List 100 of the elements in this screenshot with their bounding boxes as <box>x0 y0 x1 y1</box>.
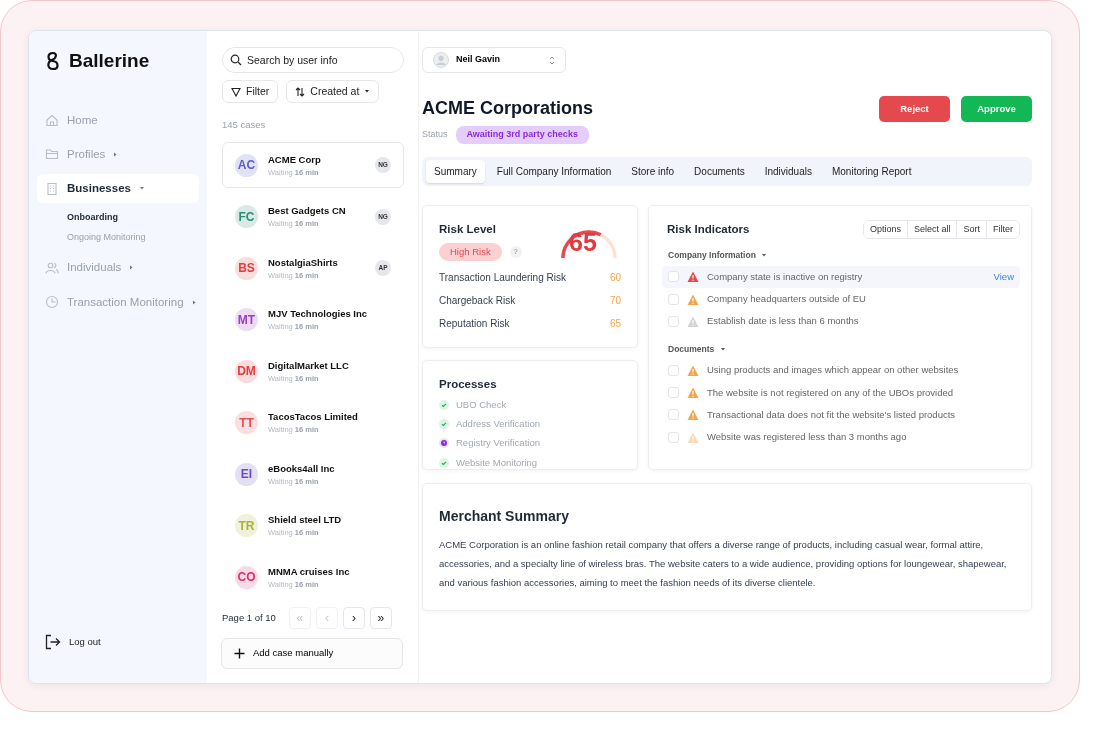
caret-icon <box>719 346 726 352</box>
pagination-button[interactable]: › <box>342 607 365 629</box>
case-name: NostalgiaShirts <box>268 255 338 270</box>
assignee-select[interactable]: Neil Gavin <box>422 47 566 73</box>
process-label: Website Monitoring <box>456 455 538 469</box>
indicator-row[interactable]: Company headquarters outside of EU <box>662 288 1020 311</box>
checkbox[interactable] <box>668 431 679 443</box>
status-label: Status <box>422 128 448 141</box>
process-label: Registry Verification <box>456 436 540 451</box>
chevron-updown-icon <box>549 55 555 65</box>
filter-icon <box>231 86 241 97</box>
search-field[interactable]: Search by user info <box>222 47 404 73</box>
add-case-button[interactable]: Add case manually <box>221 638 403 669</box>
indicator-row[interactable]: Establish date is less than 6 months <box>662 310 1020 333</box>
caret-icon <box>138 186 145 192</box>
risk-label: Reputation Risk <box>439 316 510 331</box>
avatar-initials: CO <box>235 565 258 589</box>
tab[interactable]: Summary <box>426 159 485 183</box>
risk-badge: High Risk <box>439 242 502 261</box>
tab[interactable]: Monitoring Report <box>823 159 920 183</box>
pagination-button[interactable]: » <box>369 607 392 629</box>
process-label: Address Verification <box>456 417 540 431</box>
checkbox[interactable] <box>668 271 679 283</box>
page-title: ACME Corporations <box>422 98 593 120</box>
caret-icon <box>129 265 136 271</box>
indicator-text: Using products and images which appear on other websites <box>707 363 959 378</box>
case-name: MJV Technologies Inc <box>268 307 368 321</box>
indicator-text: Website was registered less than 3 months ago <box>707 430 907 444</box>
card-title: Risk Indicators <box>667 221 750 237</box>
risk-value: 65 <box>609 316 621 331</box>
avatar-initials: TT <box>235 411 258 435</box>
case-name: TacosTacos Limited <box>268 410 358 424</box>
case-name: Shield steel LTD <box>268 513 342 527</box>
filter-button[interactable]: Filter <box>222 80 279 103</box>
checkbox[interactable] <box>668 387 679 399</box>
toolbar-button[interactable]: Filter <box>986 220 1019 238</box>
view-link[interactable]: View <box>993 269 1014 284</box>
checkbox[interactable] <box>668 409 679 421</box>
logout-icon <box>45 634 61 650</box>
case-count: 145 cases <box>222 118 267 132</box>
tab[interactable]: Store info <box>623 159 683 183</box>
caret-icon <box>364 89 371 94</box>
checkbox[interactable] <box>668 315 679 327</box>
avatar-initials: FC <box>235 205 258 229</box>
indicator-row[interactable]: The website is not registered on any of the UBOs provided <box>662 381 1020 404</box>
risk-label: Chargeback Risk <box>439 293 516 308</box>
avatar-initials: EI <box>235 462 258 486</box>
tab[interactable]: Individuals <box>756 159 820 183</box>
checkbox[interactable] <box>668 364 679 376</box>
building-icon <box>45 181 59 196</box>
indicator-text: Company state is inactive on registry <box>707 269 863 284</box>
summary-text: ACME Corporation is an online fashion retail company that offers a diverse range of products, including casual wear, formal attire, accessories, and a specialty line of wireless bras. The website caters to a wide audience, providing options for loungewear, shapewear, and various fashion accessories, aiming to meet the fashion needs of its diverse clientele. <box>439 537 1008 590</box>
indicator-text: Establish date is less than 6 months <box>707 314 859 329</box>
risk-value: 70 <box>609 293 621 308</box>
plus-icon <box>234 648 245 659</box>
indicator-text: Company headquarters outside of EU <box>707 292 866 306</box>
risk-score: 65 <box>569 229 597 255</box>
indicator-row[interactable]: Company state is inactive on registry View <box>662 265 1020 288</box>
user-avatar-icon <box>433 52 449 68</box>
indicator-text: Transactional data does not fit the website's listed products <box>707 407 956 422</box>
risk-label: Transaction Laundering Risk <box>439 270 566 285</box>
group-header[interactable]: Documents <box>668 342 726 356</box>
indicator-text: The website is not registered on any of the UBOs provided <box>707 385 954 400</box>
card-title: Risk Level <box>439 221 497 237</box>
clock-icon <box>45 295 59 310</box>
reject-button[interactable]: Reject <box>879 96 950 122</box>
case-name: Best Gadgets CN <box>268 204 346 218</box>
sort-icon <box>295 86 306 97</box>
process-label: UBO Check <box>456 397 507 412</box>
avatar-initials: AC <box>235 153 258 177</box>
nav-item[interactable]: Businesses <box>37 174 199 204</box>
caret-icon <box>191 299 198 305</box>
avatar-initials: BS <box>235 256 258 280</box>
case-name: eBooks4all Inc <box>268 461 335 476</box>
caret-icon <box>761 253 768 259</box>
logo-text: Ballerine <box>69 49 150 73</box>
risk-value: 60 <box>609 270 621 285</box>
status-badge: Awaiting 3rd party checks <box>455 126 589 144</box>
indicator-row[interactable]: Using products and images which appear on other websites <box>662 359 1020 382</box>
card-title: Merchant Summary <box>439 506 570 526</box>
avatar-initials: TR <box>235 514 258 538</box>
tab[interactable]: Documents <box>686 159 753 183</box>
checkbox[interactable] <box>668 293 679 305</box>
case-name: DigitalMarket LLC <box>268 358 349 373</box>
logout-button[interactable]: Log out <box>37 628 199 656</box>
indicator-row[interactable]: Website was registered less than 3 months ago <box>662 426 1020 449</box>
indicator-row[interactable]: Transactional data does not fit the website's listed products <box>662 403 1020 426</box>
home-icon <box>45 113 59 128</box>
nav-subitem[interactable]: Onboarding <box>37 208 199 228</box>
group-header[interactable]: Company Information <box>668 249 768 262</box>
case-name: MNMA cruises Inc <box>268 564 350 579</box>
search-icon <box>230 54 242 66</box>
card-title: Processes <box>439 376 498 392</box>
sort-dropdown[interactable]: Created at <box>286 80 380 103</box>
caret-icon <box>113 151 120 157</box>
tab[interactable]: Full Company Information <box>488 159 620 183</box>
avatar-initials: DM <box>235 359 258 383</box>
avatar-initials: MT <box>235 308 258 332</box>
people-icon <box>45 260 59 275</box>
case-name: ACME Corp <box>268 152 321 167</box>
